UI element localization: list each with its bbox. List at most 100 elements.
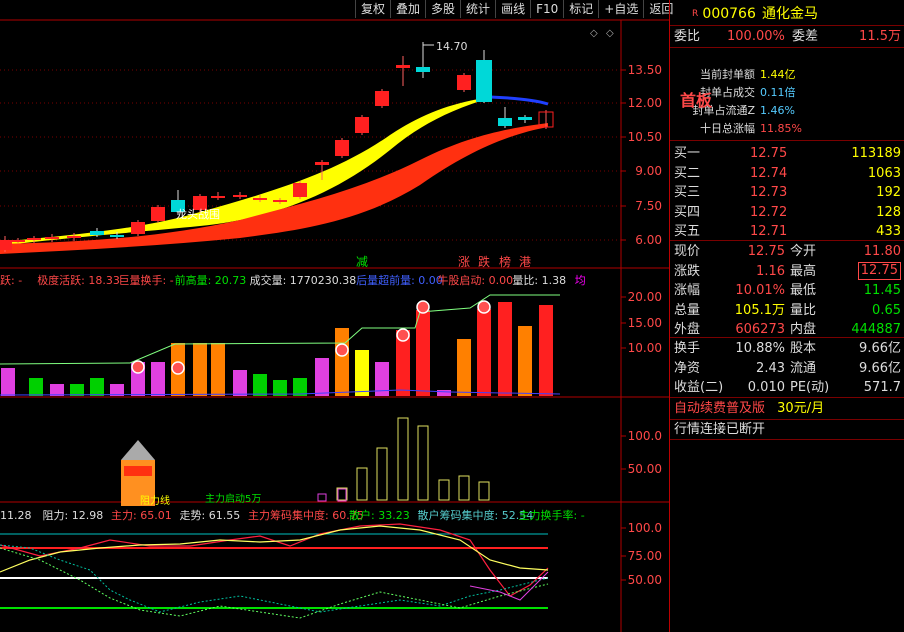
candle-body bbox=[11, 240, 25, 242]
order-book-volume: 1063 bbox=[867, 165, 901, 181]
rocket-nose bbox=[121, 440, 155, 460]
indicator2-bar bbox=[376, 447, 388, 501]
candle-body bbox=[518, 117, 532, 120]
indicator3-legend: 走势: 61.55 bbox=[180, 509, 241, 522]
volume-bar bbox=[253, 374, 267, 396]
candle-body bbox=[273, 200, 287, 202]
indicator2-label: 阻力线 bbox=[140, 494, 170, 507]
stats-value: 2.43 bbox=[756, 360, 785, 376]
seal-info-label: 当前封单额 bbox=[700, 68, 755, 81]
volume-bar bbox=[211, 343, 225, 396]
stats-label: 涨跌 bbox=[674, 263, 701, 279]
rocket-band bbox=[124, 466, 152, 476]
indicator2-bar bbox=[397, 417, 409, 501]
indicator3-legend: 散户筹码集中度: 52.54 bbox=[418, 508, 534, 522]
order-book-row: 买一 12.75 113189 bbox=[670, 144, 904, 163]
weibi-label: 委比 bbox=[674, 29, 701, 44]
stats-row: 现价 12.75 今开 11.80 bbox=[670, 242, 904, 261]
indicator3-legend: 主力: 65.01 bbox=[111, 509, 172, 522]
y-axis-tick: 12.00 bbox=[628, 96, 662, 110]
order-book-volume: 113189 bbox=[851, 146, 901, 161]
diamond-icon: ◇ bbox=[590, 28, 598, 39]
stats-value: 12.75 bbox=[857, 261, 901, 280]
indicator2-bar bbox=[478, 481, 490, 501]
seal-info-label: 十日总涨幅 bbox=[700, 122, 755, 135]
indicator3-legend: 主力换手率: - bbox=[519, 508, 585, 522]
indicator2-bar bbox=[337, 488, 347, 502]
order-book-label: 买二 bbox=[674, 165, 701, 181]
volume-bar bbox=[70, 384, 84, 396]
candle-body bbox=[335, 140, 349, 156]
y-axis-tick: 50.00 bbox=[628, 462, 662, 476]
indicator1-legend: 跃: - bbox=[0, 273, 22, 287]
volume-bar bbox=[437, 390, 451, 396]
chart-area[interactable]: 13.50 12.00 10.50 9.00 7.50 6.00 ◇ ◇ 14.70 龙头战围减 涨… bbox=[0, 0, 669, 632]
indicator2-bar bbox=[438, 479, 450, 501]
stock-code: 000766 bbox=[702, 6, 756, 22]
candle-body bbox=[355, 117, 369, 133]
order-book-row: 买四 12.72 128 bbox=[670, 203, 904, 222]
stats-row: 涨幅 10.01% 最低 11.45 bbox=[670, 281, 904, 300]
subscription-row[interactable]: 自动续费普及版 30元/月 bbox=[670, 399, 904, 418]
candle-body bbox=[0, 240, 12, 250]
stats-label: 流通 bbox=[790, 360, 817, 376]
weicha-value: 11.5万 bbox=[859, 29, 901, 44]
order-book-row: 买五 12.71 433 bbox=[670, 222, 904, 241]
indicator1-legend: 后量超前量: 0.00 bbox=[356, 273, 443, 287]
order-book-label: 买四 bbox=[674, 204, 701, 220]
stats-value: 10.01% bbox=[735, 283, 785, 298]
y-axis-tick: 6.00 bbox=[635, 233, 662, 247]
volume-bar bbox=[457, 339, 471, 396]
volume-bar bbox=[498, 302, 512, 396]
seal-info-value: 1.44亿 bbox=[760, 68, 796, 81]
y-axis-tick: 9.00 bbox=[635, 164, 662, 178]
y-axis-tick: 20.00 bbox=[628, 290, 662, 304]
indicator3-legend: 散户: 33.23 bbox=[349, 508, 410, 522]
stats-label: 外盘 bbox=[674, 322, 701, 337]
peak-label: 14.70 bbox=[436, 40, 468, 53]
stats-value: 12.75 bbox=[747, 244, 785, 259]
order-book-price: 12.74 bbox=[750, 165, 788, 181]
indicator1-legend: 成交量: 1770230.38 bbox=[250, 273, 357, 287]
candle-body bbox=[416, 67, 430, 72]
main-force-line bbox=[0, 523, 549, 597]
indicator2-bar bbox=[356, 467, 368, 501]
volume-bar bbox=[233, 370, 247, 396]
volume-bar bbox=[90, 378, 104, 396]
diamond-icon: ◇ bbox=[606, 28, 614, 39]
order-book-price: 12.72 bbox=[750, 204, 788, 220]
candle-body bbox=[67, 236, 81, 238]
y-axis-tick: 10.50 bbox=[628, 130, 662, 144]
candle-body bbox=[131, 222, 145, 234]
candle-body bbox=[375, 91, 389, 106]
stats-row: 涨跌 1.16 最高 12.75 bbox=[670, 261, 904, 281]
order-book-label: 买一 bbox=[674, 146, 701, 161]
signal-icon bbox=[416, 300, 430, 314]
ma-blue-line bbox=[489, 95, 549, 106]
event-tag: 减 bbox=[356, 255, 368, 269]
signal-icon bbox=[131, 360, 145, 374]
stats-value: 10.88% bbox=[735, 341, 785, 356]
order-book-price: 12.73 bbox=[750, 185, 788, 200]
y-axis-tick: 75.00 bbox=[628, 549, 662, 563]
signal-icon bbox=[477, 300, 491, 314]
candle-body bbox=[253, 198, 267, 200]
event-tag: 港 bbox=[519, 255, 531, 269]
chart-annotation: 龙头战围 bbox=[176, 208, 220, 221]
y-axis-tick: 10.00 bbox=[628, 341, 662, 355]
seal-info-row: 当前封单额 1.44亿 bbox=[670, 66, 904, 84]
stats-label: 最高 bbox=[790, 263, 817, 279]
y-axis-tick: 100.0 bbox=[628, 521, 662, 535]
subscription-price: 30元/月 bbox=[777, 401, 825, 416]
volume-bar bbox=[477, 309, 491, 396]
order-book-price: 12.71 bbox=[750, 224, 788, 239]
weibi-row: 委比 100.00% 委差 11.5万 bbox=[670, 27, 904, 46]
candle-body bbox=[27, 238, 41, 240]
stats-value: 11.80 bbox=[863, 244, 901, 259]
order-book-volume: 192 bbox=[876, 185, 901, 200]
stats-label: 最低 bbox=[790, 283, 817, 298]
volume-bar bbox=[355, 350, 369, 396]
connection-status-text: 行情连接已断开 bbox=[674, 422, 766, 437]
stats-label: 涨幅 bbox=[674, 283, 701, 298]
candle-body bbox=[45, 237, 59, 239]
